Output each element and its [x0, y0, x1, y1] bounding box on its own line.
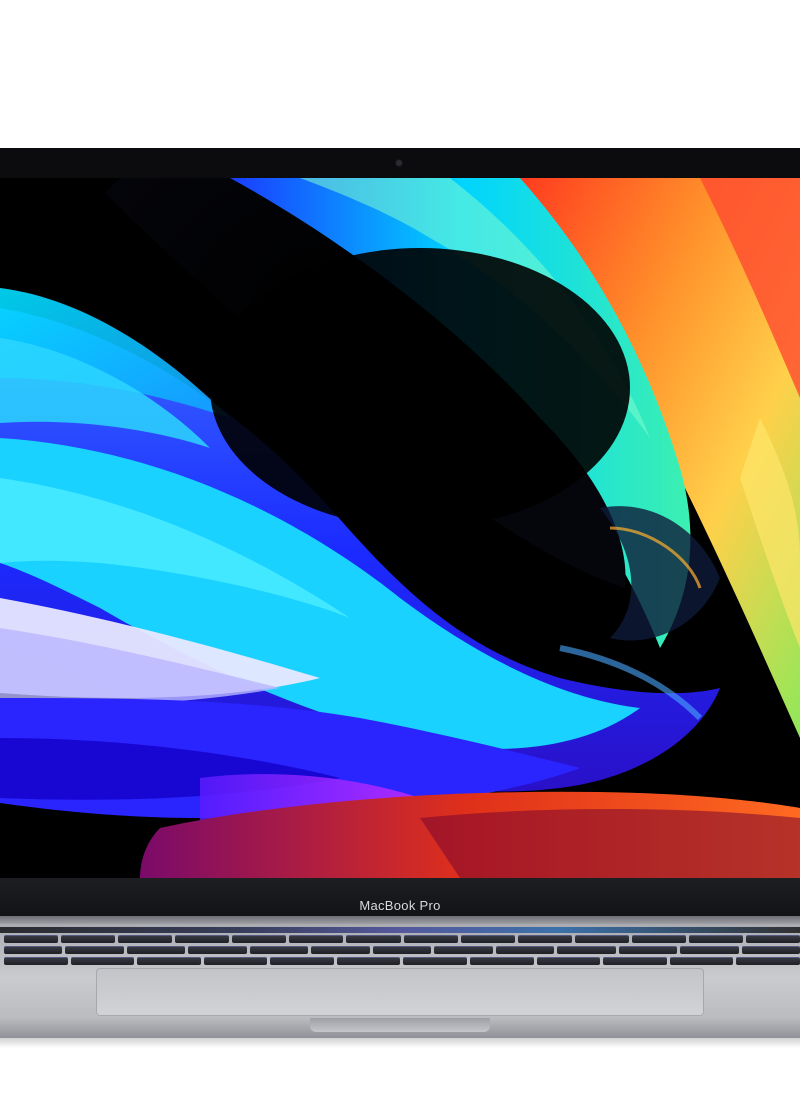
key — [536, 957, 601, 965]
key — [631, 935, 686, 943]
keyboard — [0, 935, 800, 967]
key — [470, 957, 534, 965]
key — [289, 935, 344, 943]
laptop-screen — [0, 178, 800, 878]
touch-bar — [0, 927, 800, 933]
key — [4, 946, 63, 954]
key — [669, 957, 734, 965]
key — [618, 946, 678, 954]
key-row — [4, 935, 800, 943]
product-photo: MacBook Pro — [0, 0, 800, 1117]
key — [460, 935, 515, 943]
key — [736, 957, 800, 965]
key — [232, 935, 287, 943]
key — [680, 946, 739, 954]
trackpad — [96, 968, 704, 1016]
key — [137, 957, 201, 965]
key — [270, 957, 334, 965]
key — [557, 946, 616, 954]
key — [175, 935, 230, 943]
key — [517, 935, 572, 943]
key — [746, 935, 800, 943]
key — [346, 935, 401, 943]
key — [65, 946, 124, 954]
lid-opening-notch — [310, 1018, 490, 1032]
key — [574, 935, 629, 943]
model-label: MacBook Pro — [359, 898, 441, 913]
key — [688, 935, 744, 943]
wallpaper — [0, 178, 800, 878]
key — [118, 935, 173, 943]
key — [4, 957, 68, 965]
base-shadow — [0, 1038, 800, 1048]
key — [4, 935, 59, 943]
key-row — [4, 957, 800, 965]
key — [403, 957, 468, 965]
key — [741, 946, 800, 954]
key — [336, 957, 401, 965]
key — [372, 946, 432, 954]
key — [70, 957, 135, 965]
webcam-icon — [396, 160, 402, 166]
key-row — [4, 946, 800, 954]
key — [311, 946, 370, 954]
key — [203, 957, 268, 965]
key — [495, 946, 555, 954]
key — [249, 946, 309, 954]
key — [126, 946, 186, 954]
key — [434, 946, 493, 954]
key — [403, 935, 458, 943]
key — [61, 935, 116, 943]
key — [603, 957, 667, 965]
hinge — [0, 916, 800, 924]
key — [188, 946, 247, 954]
